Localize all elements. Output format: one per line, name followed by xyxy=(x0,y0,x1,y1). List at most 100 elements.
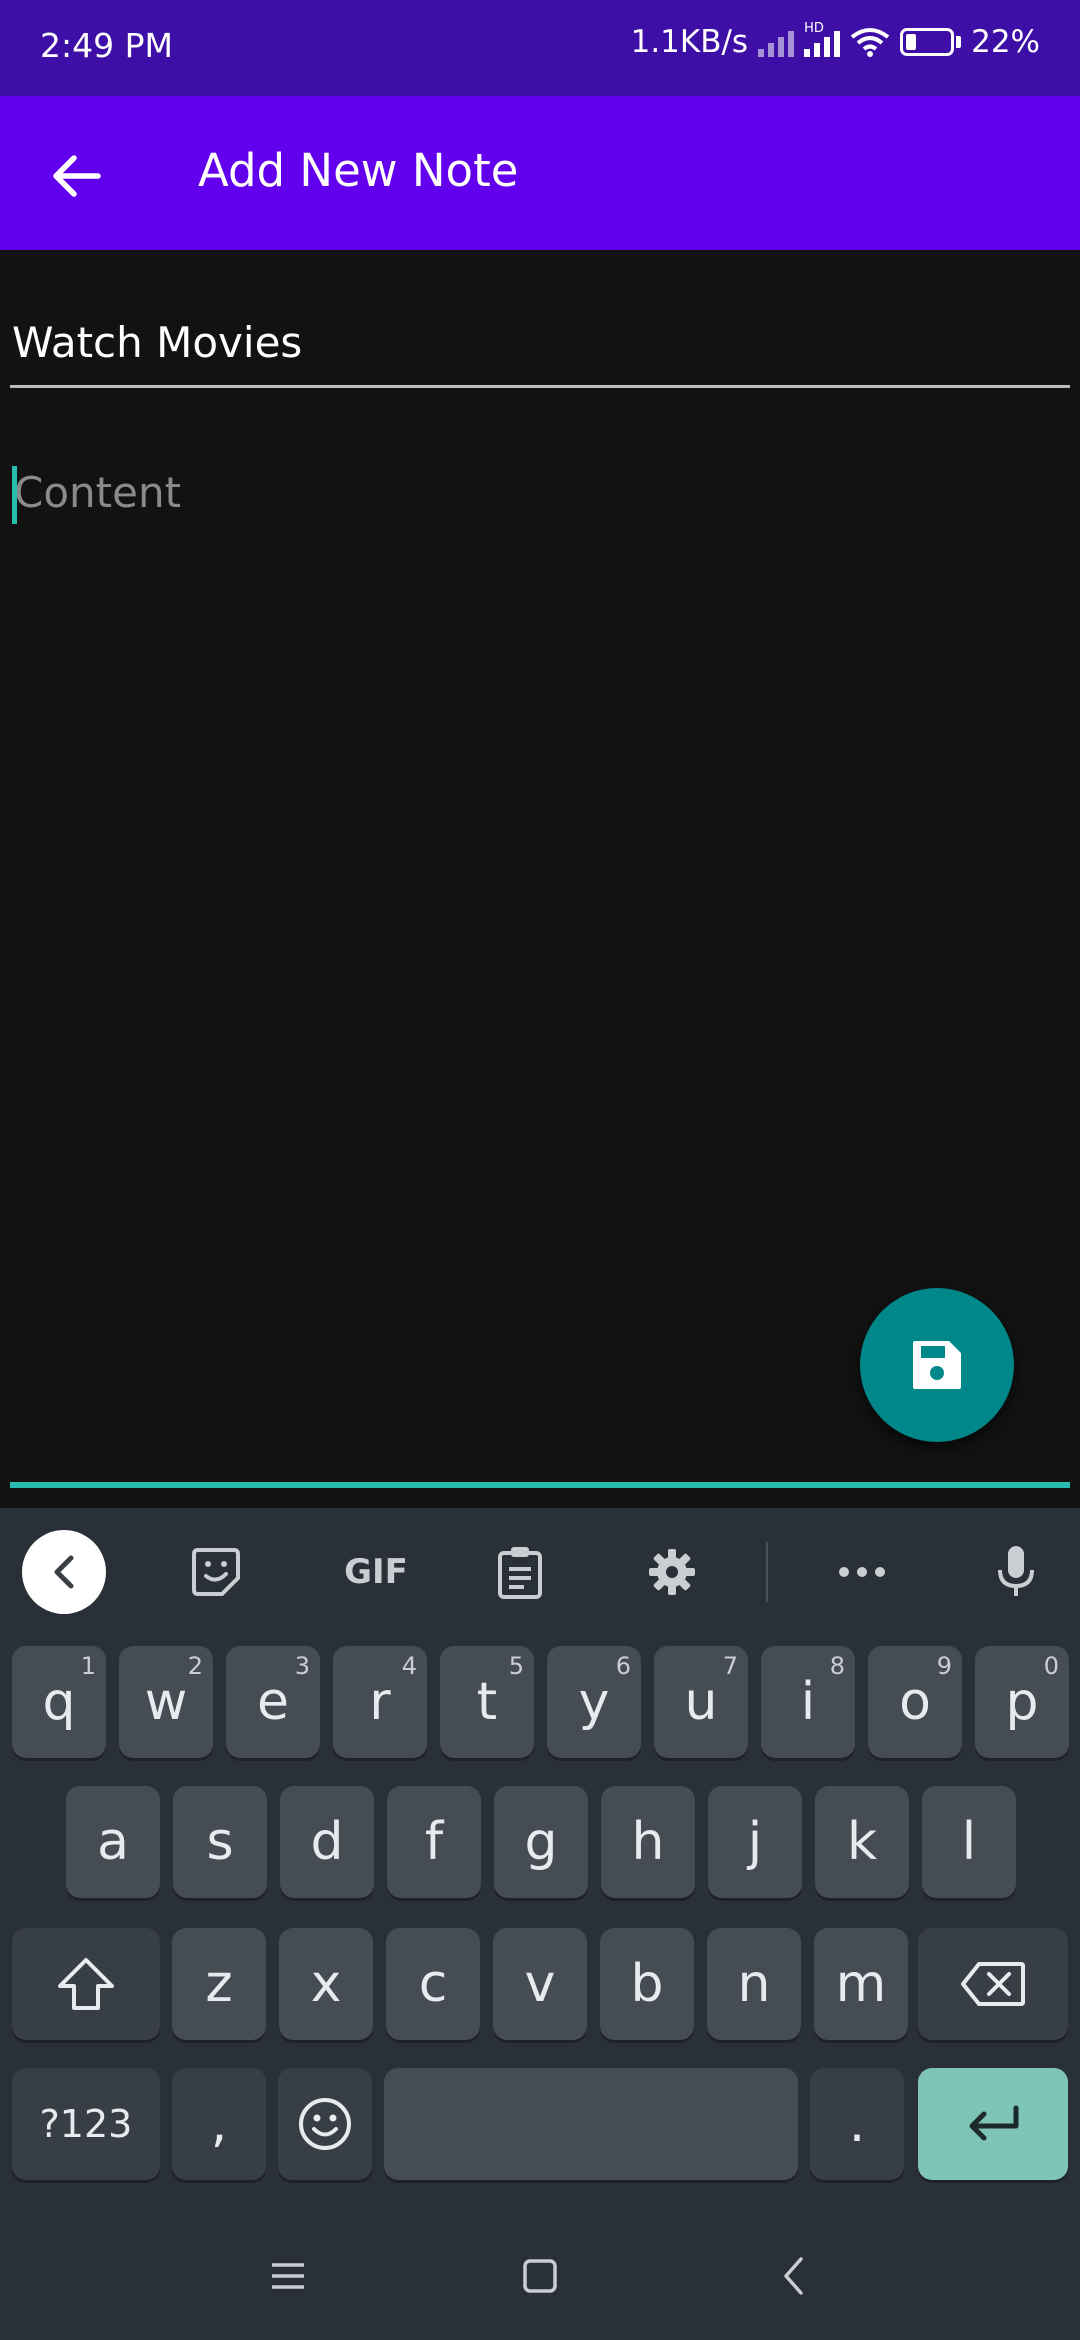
key-m[interactable]: m xyxy=(814,1928,908,2040)
key-hint: 7 xyxy=(722,1652,738,1680)
key-label: o xyxy=(899,1672,931,1732)
key-x[interactable]: x xyxy=(279,1928,373,2040)
key-u[interactable]: u7 xyxy=(654,1646,748,1758)
clipboard-button[interactable] xyxy=(478,1530,562,1614)
menu-icon xyxy=(272,2263,304,2289)
collapse-toolbar-button[interactable] xyxy=(22,1530,106,1614)
key-l[interactable]: l xyxy=(922,1786,1016,1898)
system-navigation-bar xyxy=(0,2212,1080,2340)
emoji-key[interactable] xyxy=(278,2068,372,2180)
key-hint: 6 xyxy=(615,1652,631,1680)
key-f[interactable]: f xyxy=(387,1786,481,1898)
recents-button[interactable] xyxy=(248,2236,328,2316)
key-e[interactable]: e3 xyxy=(226,1646,320,1758)
enter-icon xyxy=(969,2105,1019,2141)
key-h[interactable]: h xyxy=(601,1786,695,1898)
hd-label: HD xyxy=(804,21,824,36)
backspace-key[interactable] xyxy=(918,1928,1068,2040)
key-hint: 9 xyxy=(936,1652,952,1680)
back-button[interactable] xyxy=(36,136,116,216)
symbols-key-label: ?123 xyxy=(39,2102,133,2146)
enter-key[interactable] xyxy=(918,2068,1068,2180)
comma-key[interactable]: , xyxy=(172,2068,266,2180)
more-options-button[interactable] xyxy=(820,1530,904,1614)
symbols-key[interactable]: ?123 xyxy=(12,2068,160,2180)
page-title: Add New Note xyxy=(198,144,519,197)
key-hint: 5 xyxy=(508,1652,524,1680)
key-label: a xyxy=(97,1812,129,1872)
key-label: f xyxy=(424,1812,444,1872)
arrow-left-icon xyxy=(53,155,101,197)
status-time: 2:49 PM xyxy=(40,26,173,65)
text-cursor xyxy=(12,466,17,524)
key-s[interactable]: s xyxy=(173,1786,267,1898)
key-v[interactable]: v xyxy=(493,1928,587,2040)
save-note-button[interactable] xyxy=(860,1288,1014,1442)
key-d[interactable]: d xyxy=(280,1786,374,1898)
key-k[interactable]: k xyxy=(815,1786,909,1898)
gif-label: GIF xyxy=(344,1552,408,1592)
period-key[interactable]: . xyxy=(810,2068,904,2180)
key-label: s xyxy=(206,1812,234,1872)
space-key[interactable] xyxy=(384,2068,798,2180)
comma-key-label: , xyxy=(210,2094,228,2154)
key-g[interactable]: g xyxy=(494,1786,588,1898)
key-y[interactable]: y6 xyxy=(547,1646,641,1758)
gif-button[interactable]: GIF xyxy=(326,1530,426,1614)
note-title-input[interactable] xyxy=(10,300,1070,384)
key-n[interactable]: n xyxy=(707,1928,801,2040)
shift-icon xyxy=(58,1958,114,2010)
key-label: l xyxy=(961,1812,977,1872)
key-b[interactable]: b xyxy=(600,1928,694,2040)
voice-input-button[interactable] xyxy=(974,1530,1058,1614)
mic-icon xyxy=(998,1546,1034,1596)
sticker-icon xyxy=(192,1548,240,1596)
clipboard-icon xyxy=(498,1547,542,1599)
backspace-icon xyxy=(961,1962,1025,2006)
key-label: z xyxy=(205,1954,233,2014)
sticker-button[interactable] xyxy=(174,1530,258,1614)
square-home-icon xyxy=(523,2259,557,2293)
settings-button[interactable] xyxy=(630,1530,714,1614)
key-label: j xyxy=(747,1812,763,1872)
key-j[interactable]: j xyxy=(708,1786,802,1898)
key-label: d xyxy=(310,1812,344,1872)
key-o[interactable]: o9 xyxy=(868,1646,962,1758)
key-label: k xyxy=(846,1812,878,1872)
key-label: c xyxy=(418,1954,448,2014)
key-p[interactable]: p0 xyxy=(975,1646,1069,1758)
key-label: r xyxy=(369,1672,391,1732)
key-t[interactable]: t5 xyxy=(440,1646,534,1758)
key-label: v xyxy=(524,1954,556,2014)
key-label: u xyxy=(684,1672,718,1732)
key-label: t xyxy=(476,1672,498,1732)
key-hint: 3 xyxy=(294,1652,310,1680)
emoji-icon xyxy=(299,2098,351,2150)
signal-icon-sim1 xyxy=(758,27,795,57)
key-label: n xyxy=(737,1954,771,2014)
key-q[interactable]: q1 xyxy=(12,1646,106,1758)
note-title-field[interactable] xyxy=(10,300,1070,388)
battery-icon xyxy=(900,28,962,56)
key-a[interactable]: a xyxy=(66,1786,160,1898)
home-button[interactable] xyxy=(500,2236,580,2316)
more-icon xyxy=(839,1567,885,1577)
app-bar: Add New Note xyxy=(0,96,1080,250)
system-back-button[interactable] xyxy=(754,2236,834,2316)
wifi-icon xyxy=(850,28,890,57)
key-label: p xyxy=(1005,1672,1039,1732)
key-z[interactable]: z xyxy=(172,1928,266,2040)
keyboard-toolbar: GIF xyxy=(0,1508,1080,1628)
key-w[interactable]: w2 xyxy=(119,1646,213,1758)
period-key-label: . xyxy=(848,2094,866,2154)
chevron-left-icon xyxy=(54,1555,74,1589)
signal-icon-sim2: HD xyxy=(804,21,841,57)
key-i[interactable]: i8 xyxy=(761,1646,855,1758)
key-hint: 2 xyxy=(187,1652,203,1680)
key-r[interactable]: r4 xyxy=(333,1646,427,1758)
key-label: q xyxy=(42,1672,76,1732)
key-c[interactable]: c xyxy=(386,1928,480,2040)
shift-key[interactable] xyxy=(12,1928,160,2040)
key-hint: 0 xyxy=(1043,1652,1059,1680)
key-label: y xyxy=(578,1672,610,1732)
